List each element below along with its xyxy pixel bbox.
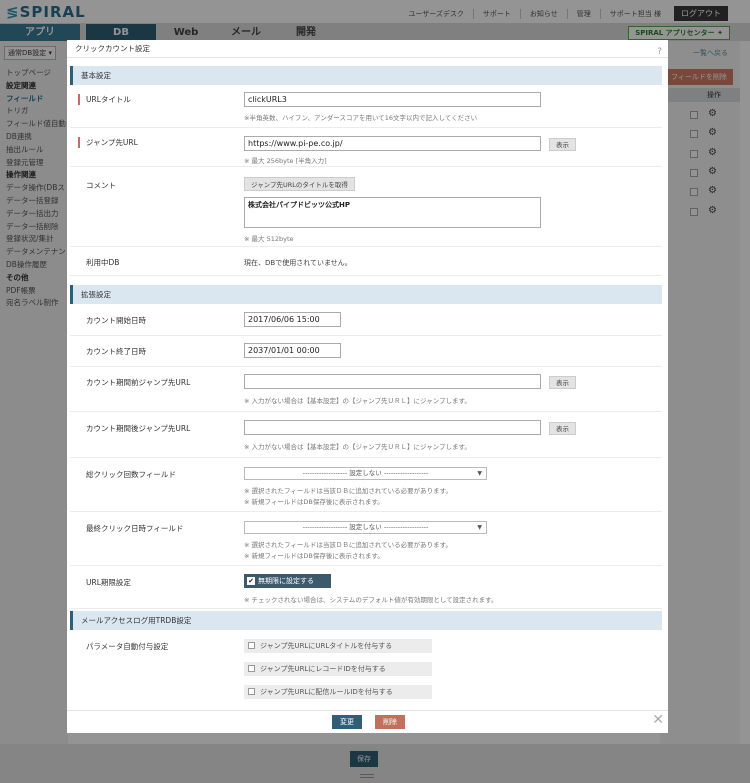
url-expire-label: URL期限設定 (86, 578, 131, 587)
in-use-db-label: 利用中DB (86, 258, 120, 267)
comment-row: コメント ジャンプ先URLのタイトルを取得 株式会社パイプドビッツ公式HP ※ … (70, 168, 662, 247)
total-click-hint-1: ※ 選択されたフィールドは当該ＤＢに追加されている必要があります。 (244, 487, 453, 495)
after-url-input[interactable] (244, 420, 541, 435)
count-start-label: カウント開始日時 (86, 316, 146, 325)
before-url-hint: ※ 入力がない場合は【基本設定】の【ジャンプ先ＵＲＬ】にジャンプします。 (244, 397, 471, 405)
before-url-input[interactable] (244, 374, 541, 389)
click-count-dialog: クリックカウント設定 ? 基本設定 URLタイトル clickURL3 ※半角英… (67, 40, 668, 733)
count-end-label: カウント終了日時 (86, 347, 146, 356)
url-title-input[interactable]: clickURL3 (244, 92, 541, 107)
in-use-db-value: 現在、DBで使用されていません。 (244, 259, 352, 267)
before-url-row: カウント期間前ジャンプ先URL 表示 ※ 入力がない場合は【基本設定】の【ジャン… (70, 368, 662, 412)
count-end-row: カウント終了日時 2037/01/01 00:00 (70, 337, 662, 367)
delete-button[interactable]: 削除 (375, 715, 405, 729)
url-title-row: URLタイトル clickURL3 ※半角英数、ハイフン、アンダースコアを用いて… (70, 86, 662, 128)
count-start-input[interactable]: 2017/06/06 15:00 (244, 312, 341, 327)
jump-url-hint: ※ 最大 256byte [半角入力] (244, 157, 327, 165)
count-end-input[interactable]: 2037/01/01 00:00 (244, 343, 341, 358)
chevron-down-icon: ▼ (477, 524, 482, 531)
param-label: パラメータ自動付与設定 (86, 642, 169, 651)
param-option-record-id[interactable]: ジャンプ先URLにレコードIDを付与する (244, 662, 432, 676)
url-expire-checkbox[interactable]: ✔ 無期限に設定する (244, 574, 331, 588)
fetch-title-button[interactable]: ジャンプ先URLのタイトルを取得 (244, 177, 355, 191)
total-click-hint-2: ※ 新規フィールドはDB保存後に表示されます。 (244, 498, 384, 506)
url-title-hint: ※半角英数、ハイフン、アンダースコアを用いて16文字以内で記入してください (244, 114, 478, 122)
checkbox[interactable] (248, 642, 255, 649)
dialog-body[interactable]: 基本設定 URLタイトル clickURL3 ※半角英数、ハイフン、アンダースコ… (67, 58, 668, 710)
param-option-rule-id[interactable]: ジャンプ先URLに配信ルールIDを付与する (244, 685, 432, 699)
checkbox[interactable] (248, 688, 255, 695)
in-use-db-row: 利用中DB 現在、DBで使用されていません。 (70, 248, 662, 276)
checkbox[interactable] (248, 665, 255, 672)
dialog-title: クリックカウント設定 ? (67, 40, 668, 58)
url-title-label: URLタイトル (78, 94, 131, 105)
jump-url-input[interactable]: https://www.pi-pe.co.jp/ (244, 136, 541, 151)
last-click-hint-1: ※ 選択されたフィールドは当該ＤＢに追加されている必要があります。 (244, 541, 453, 549)
after-url-label: カウント期間後ジャンプ先URL (86, 424, 191, 433)
comment-label: コメント (86, 181, 116, 190)
last-click-select[interactable]: ------------------- 設定しない --------------… (244, 521, 487, 534)
total-click-row: 総クリック回数フィールド ------------------- 設定しない -… (70, 459, 662, 512)
dialog-footer: 変更 削除 ✕ (67, 710, 668, 733)
check-icon: ✔ (247, 577, 255, 585)
comment-hint: ※ 最大 512byte (244, 235, 294, 243)
extended-settings-header: 拡張設定 (70, 285, 662, 304)
total-click-select[interactable]: ------------------- 設定しない --------------… (244, 467, 487, 480)
url-expire-hint: ※ チェックされない場合は、システムのデフォルト値が有効期限として設定されます。 (244, 596, 498, 604)
before-url-label: カウント期間前ジャンプ先URL (86, 378, 191, 387)
before-url-show-button[interactable]: 表示 (549, 376, 576, 389)
url-expire-row: URL期限設定 ✔ 無期限に設定する ※ チェックされない場合は、システムのデフォ… (70, 567, 662, 609)
param-option-url-title[interactable]: ジャンプ先URLにURLタイトルを付与する (244, 639, 432, 653)
last-click-label: 最終クリック日時フィールド (86, 524, 184, 533)
mail-log-section-header: メールアクセスログ用TRDB設定 (70, 611, 662, 630)
close-icon[interactable]: ✕ (652, 712, 664, 728)
basic-settings-header: 基本設定 (70, 66, 662, 85)
after-url-hint: ※ 入力がない場合は【基本設定】の【ジャンプ先ＵＲＬ】にジャンプします。 (244, 443, 471, 451)
last-click-hint-2: ※ 新規フィールドはDB保存後に表示されます。 (244, 552, 384, 560)
last-click-row: 最終クリック日時フィールド ------------------- 設定しない … (70, 513, 662, 566)
count-start-row: カウント開始日時 2017/06/06 15:00 (70, 305, 662, 336)
jump-url-show-button[interactable]: 表示 (549, 138, 576, 151)
jump-url-row: ジャンプ先URL https://www.pi-pe.co.jp/ 表示 ※ 最… (70, 129, 662, 167)
param-row: パラメータ自動付与設定 ジャンプ先URLにURLタイトルを付与する ジャンプ先U… (70, 631, 662, 710)
after-url-show-button[interactable]: 表示 (549, 422, 576, 435)
comment-textarea[interactable]: 株式会社パイプドビッツ公式HP (244, 197, 541, 228)
jump-url-label: ジャンプ先URL (78, 137, 138, 148)
after-url-row: カウント期間後ジャンプ先URL 表示 ※ 入力がない場合は【基本設定】の【ジャン… (70, 413, 662, 458)
total-click-label: 総クリック回数フィールド (86, 470, 176, 479)
chevron-down-icon: ▼ (477, 470, 482, 477)
change-button[interactable]: 変更 (332, 715, 362, 729)
